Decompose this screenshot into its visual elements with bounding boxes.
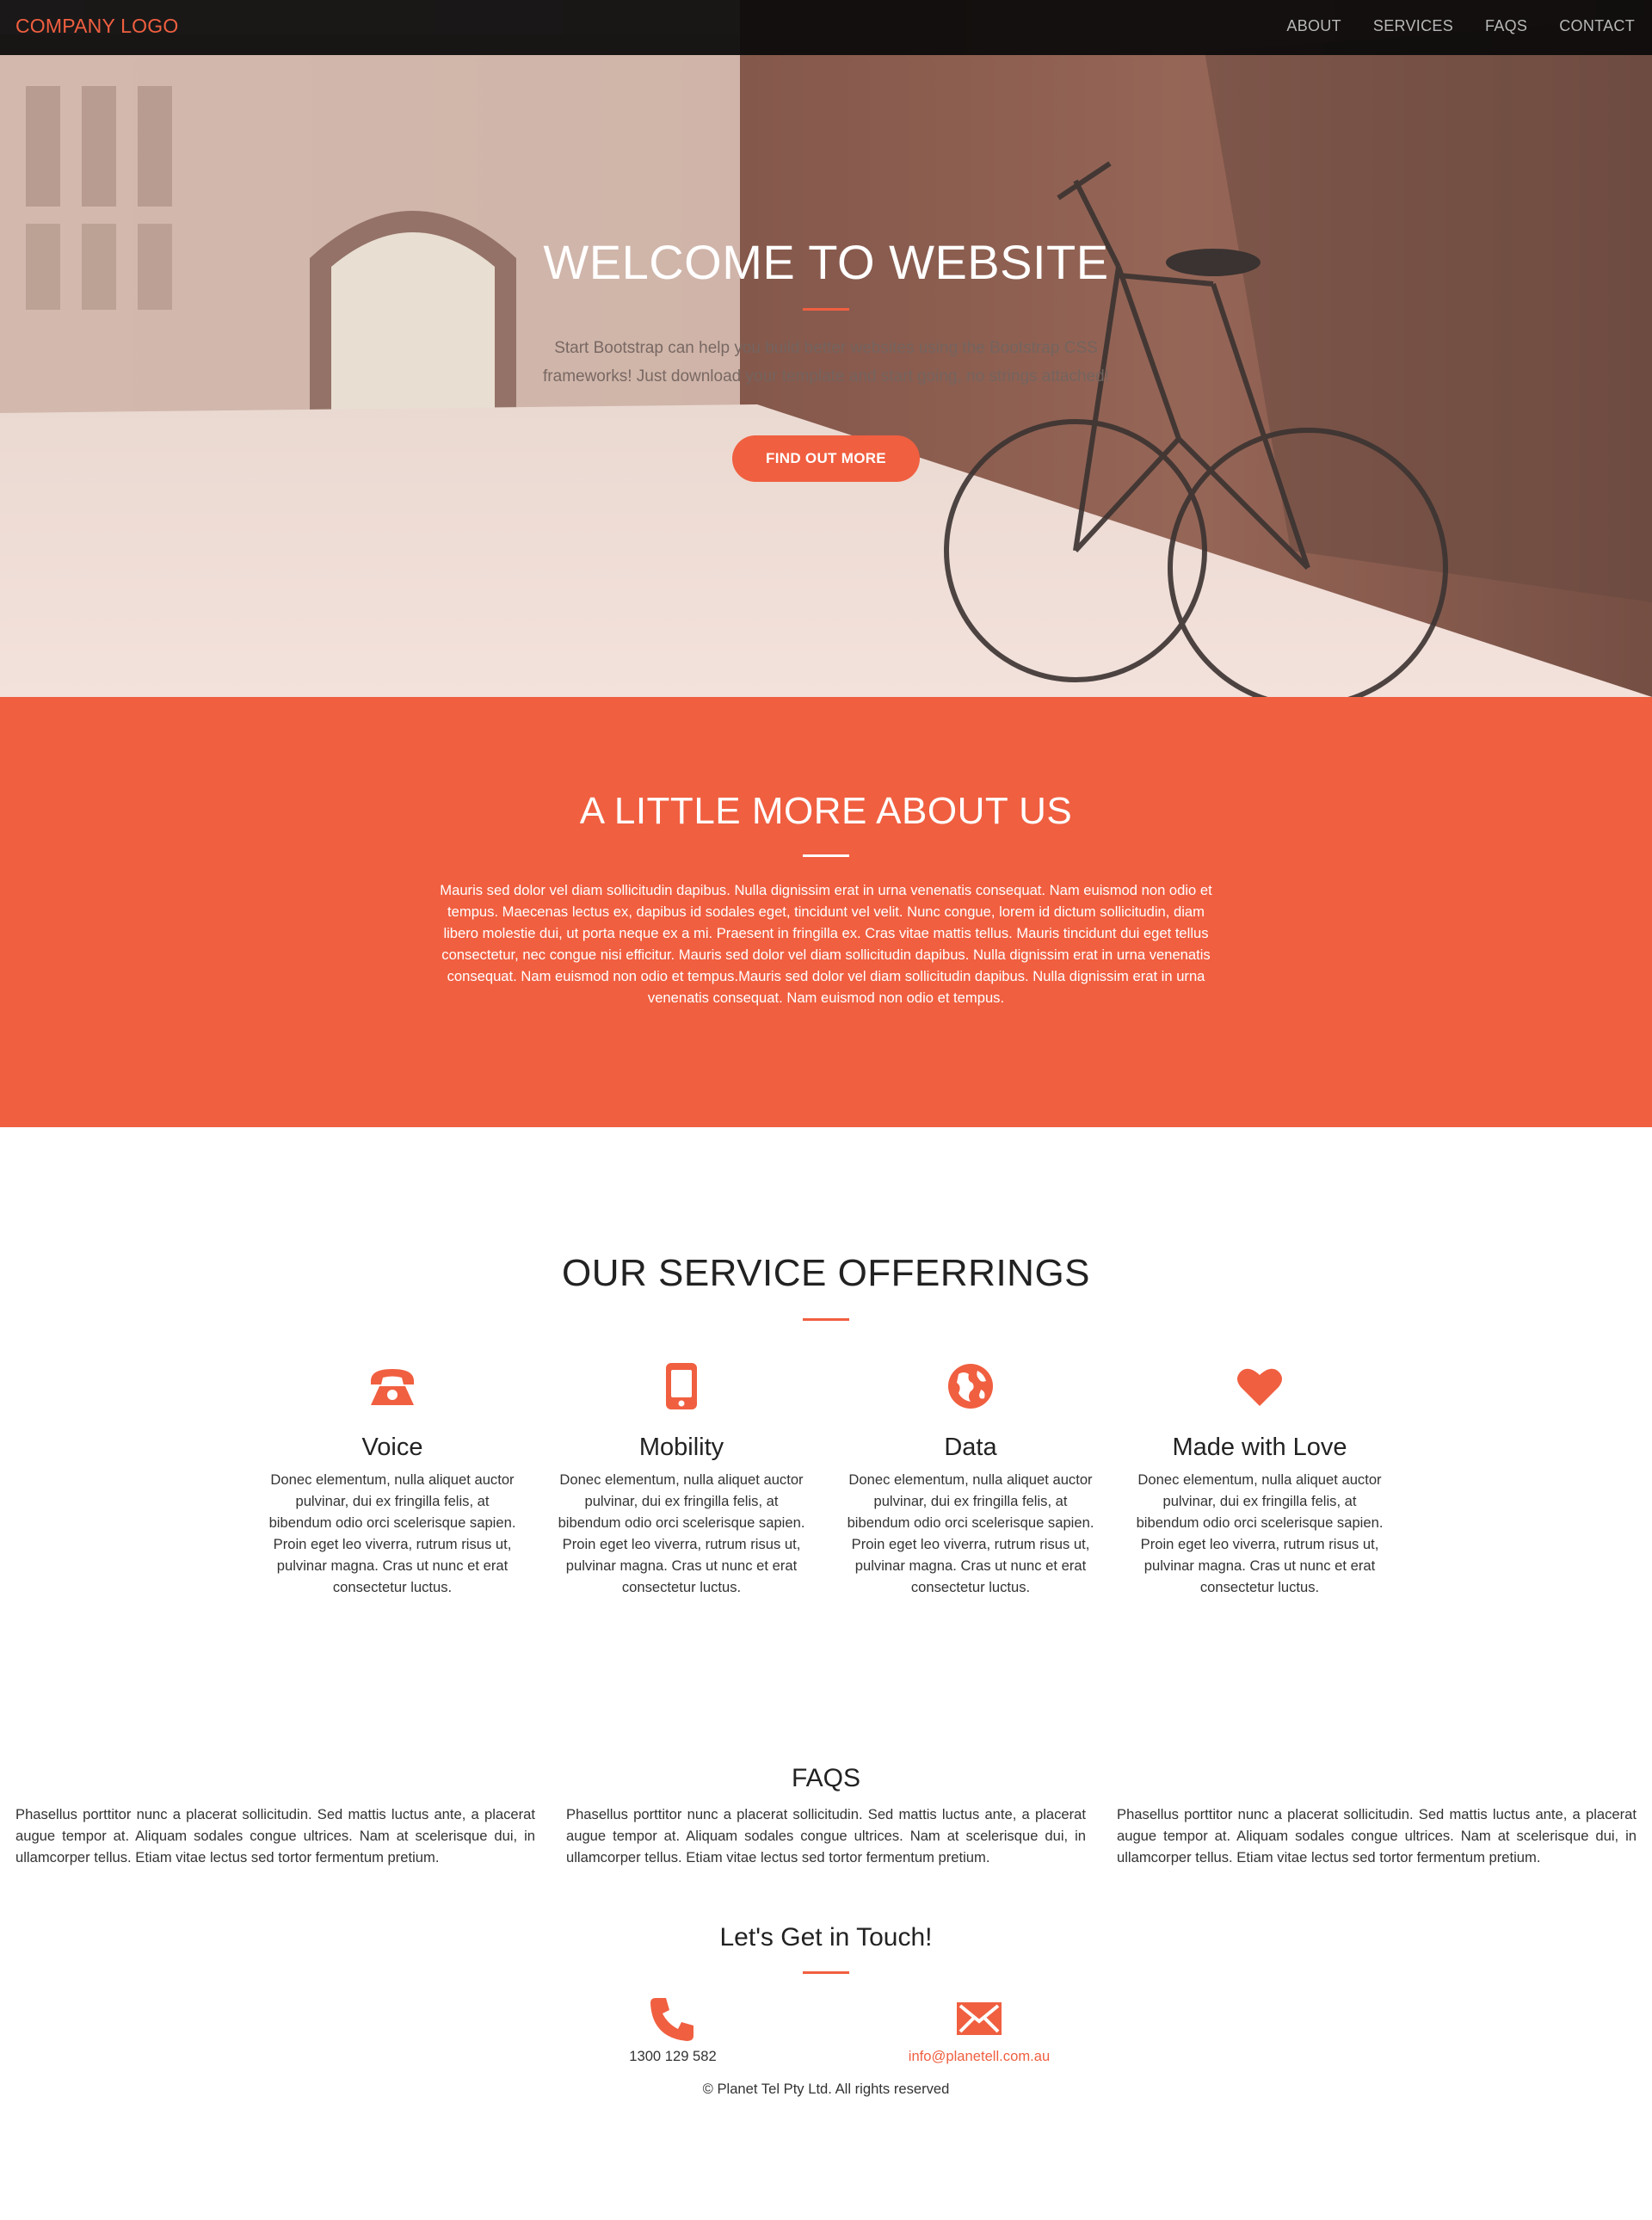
faq-column-1: Phasellus porttitor nunc a placerat soll…	[15, 1806, 535, 1865]
phone-handset-icon	[544, 1995, 802, 2043]
nav-link-faqs[interactable]: FAQS	[1485, 17, 1527, 35]
top-navbar: COMPANY LOGO ABOUT SERVICES FAQS CONTACT	[0, 0, 1652, 55]
service-text: Donec elementum, nulla aliquet auctor pu…	[558, 1471, 805, 1595]
hero-section: WELCOME TO WEBSITE Start Bootstrap can h…	[0, 0, 1652, 697]
email-link[interactable]: info@planetell.com.au	[850, 2048, 1108, 2065]
hero-title: WELCOME TO WEBSITE	[543, 235, 1109, 289]
find-out-more-button[interactable]: FIND OUT MORE	[732, 435, 920, 482]
about-divider	[803, 854, 849, 857]
services-divider	[803, 1318, 849, 1321]
globe-icon	[841, 1360, 1100, 1413]
about-section: A LITTLE MORE ABOUT US Mauris sed dolor …	[0, 697, 1652, 1127]
service-text: Donec elementum, nulla aliquet auctor pu…	[1136, 1471, 1384, 1595]
nav-links: ABOUT SERVICES FAQS CONTACT	[1286, 17, 1635, 35]
service-name: Voice	[361, 1434, 423, 1461]
faq-column-3: Phasellus porttitor nunc a placerat soll…	[1117, 1806, 1637, 1865]
service-voice: Voice Donec elementum, nulla aliquet auc…	[263, 1360, 521, 1598]
phone-icon	[263, 1360, 521, 1413]
service-mobility: Mobility Donec elementum, nulla aliquet …	[552, 1360, 811, 1598]
nav-link-contact[interactable]: CONTACT	[1559, 17, 1635, 35]
faq-column-2: Phasellus porttitor nunc a placerat soll…	[566, 1806, 1086, 1865]
company-logo[interactable]: COMPANY LOGO	[15, 15, 178, 38]
copyright-text: © Planet Tel Pty Ltd. All rights reserve…	[702, 2081, 950, 2097]
faqs-title: FAQS	[791, 1764, 861, 1792]
service-data: Data Donec elementum, nulla aliquet auct…	[841, 1360, 1100, 1598]
services-title: OUR SERVICE OFFERRINGS	[561, 1252, 1091, 1294]
contact-title: Let's Get in Touch!	[719, 1923, 933, 1952]
contact-email: info@planetell.com.au	[850, 1995, 1108, 2065]
service-text: Donec elementum, nulla aliquet auctor pu…	[847, 1471, 1094, 1595]
about-title: A LITTLE MORE ABOUT US	[579, 790, 1073, 832]
service-name: Mobility	[638, 1434, 724, 1461]
nav-link-services[interactable]: SERVICES	[1373, 17, 1453, 35]
about-text: Mauris sed dolor vel diam sollicitudin d…	[440, 882, 1212, 1006]
envelope-icon	[850, 1995, 1108, 2043]
contact-divider	[803, 1971, 849, 1974]
phone-number[interactable]: 1300 129 582	[544, 2048, 802, 2065]
service-text: Donec elementum, nulla aliquet auctor pu…	[268, 1471, 516, 1595]
hero-subtitle: Start Bootstrap can help you build bette…	[543, 339, 1109, 385]
heart-icon	[1131, 1360, 1389, 1413]
hero-divider	[803, 308, 849, 311]
service-name: Data	[944, 1434, 997, 1461]
nav-link-about[interactable]: ABOUT	[1286, 17, 1341, 35]
service-made-with-love: Made with Love Donec elementum, nulla al…	[1131, 1360, 1389, 1598]
mobile-icon	[552, 1360, 811, 1413]
service-name: Made with Love	[1172, 1434, 1347, 1461]
contact-phone: 1300 129 582	[544, 1995, 802, 2065]
